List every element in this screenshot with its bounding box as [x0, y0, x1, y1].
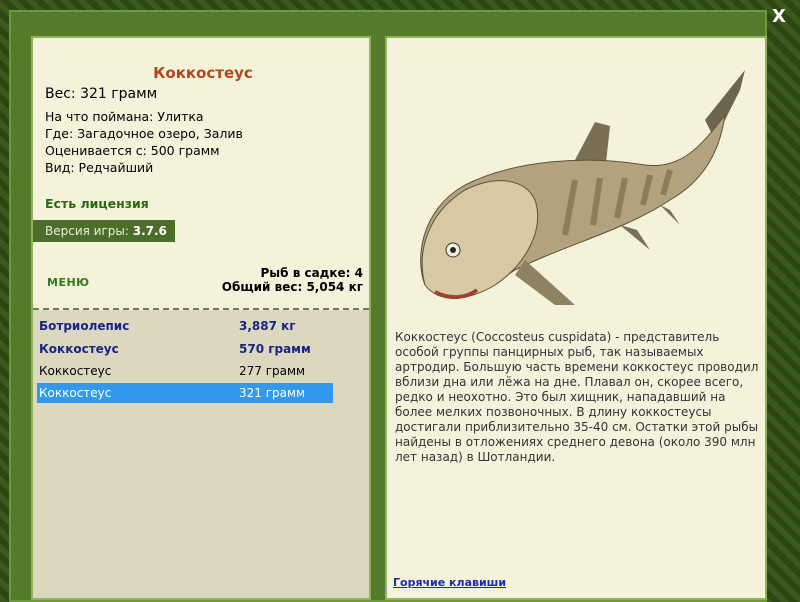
list-item-name: Коккостеус	[39, 342, 119, 356]
location-text: Где: Загадочное озеро, Залив	[45, 126, 243, 141]
list-item-weight: 321 грамм	[239, 386, 306, 400]
catch-list: Ботриолепис 3,887 кг Коккостеус 570 грам…	[33, 310, 369, 598]
caught-on-text: На что поймана: Улитка	[45, 109, 204, 124]
version-label: Версия игры:	[45, 224, 129, 238]
fish-weight: Вес: 321 грамм	[45, 86, 158, 102]
version-bar: Версия игры: 3.7.6	[33, 220, 175, 242]
version-value: 3.7.6	[132, 224, 167, 238]
valued-from-text: Оценивается с: 500 грамм	[45, 143, 220, 158]
list-item-name: Ботриолепис	[39, 319, 130, 333]
fish-description: Коккостеус (Coccosteus cuspidata) - пред…	[395, 330, 759, 464]
fish-tail	[705, 70, 745, 140]
fish-pupil	[450, 247, 456, 253]
fish-details-panel: Коккостеус Вес: 321 грамм На что поймана…	[31, 36, 371, 600]
kind-text: Вид: Редчайший	[45, 160, 154, 175]
menu-button[interactable]: МЕНЮ	[47, 276, 90, 289]
close-icon[interactable]: X	[768, 6, 790, 28]
hotkeys-link[interactable]: Горячие клавиши	[393, 576, 506, 589]
list-item[interactable]: Ботриолепис 3,887 кг	[37, 316, 333, 336]
list-item[interactable]: Коккостеус 570 грамм	[37, 339, 333, 359]
license-status: Есть лицензия	[45, 196, 149, 211]
cage-count: Рыб в садке: 4	[260, 266, 364, 280]
cage-stats: Рыб в садке: 4 Общий вес: 5,054 кг	[222, 266, 363, 294]
fish-title: Коккостеус	[153, 64, 253, 82]
fish-info-dialog: Коккостеус Вес: 321 грамм На что поймана…	[9, 10, 767, 602]
fish-head	[421, 180, 539, 299]
fish-pectoral-fin	[515, 260, 575, 305]
list-item[interactable]: Коккостеус 277 грамм	[37, 361, 333, 381]
fish-info: На что поймана: Улитка Где: Загадочное о…	[45, 108, 243, 176]
cage-total-weight: Общий вес: 5,054 кг	[221, 280, 363, 294]
fish-lower-fin	[620, 225, 650, 250]
list-item-weight: 3,887 кг	[239, 319, 296, 333]
list-item-name: Коккостеус	[39, 386, 112, 400]
list-item-weight: 277 грамм	[239, 364, 306, 378]
divider	[33, 308, 369, 310]
list-item-name: Коккостеус	[39, 364, 112, 378]
fish-image	[420, 70, 745, 305]
list-item-selected[interactable]: Коккостеус 321 грамм	[37, 383, 333, 403]
fish-anal-fin	[660, 205, 680, 225]
list-item-weight: 570 грамм	[239, 342, 311, 356]
fish-description-panel: Коккостеус (Coccosteus cuspidata) - пред…	[385, 36, 767, 600]
